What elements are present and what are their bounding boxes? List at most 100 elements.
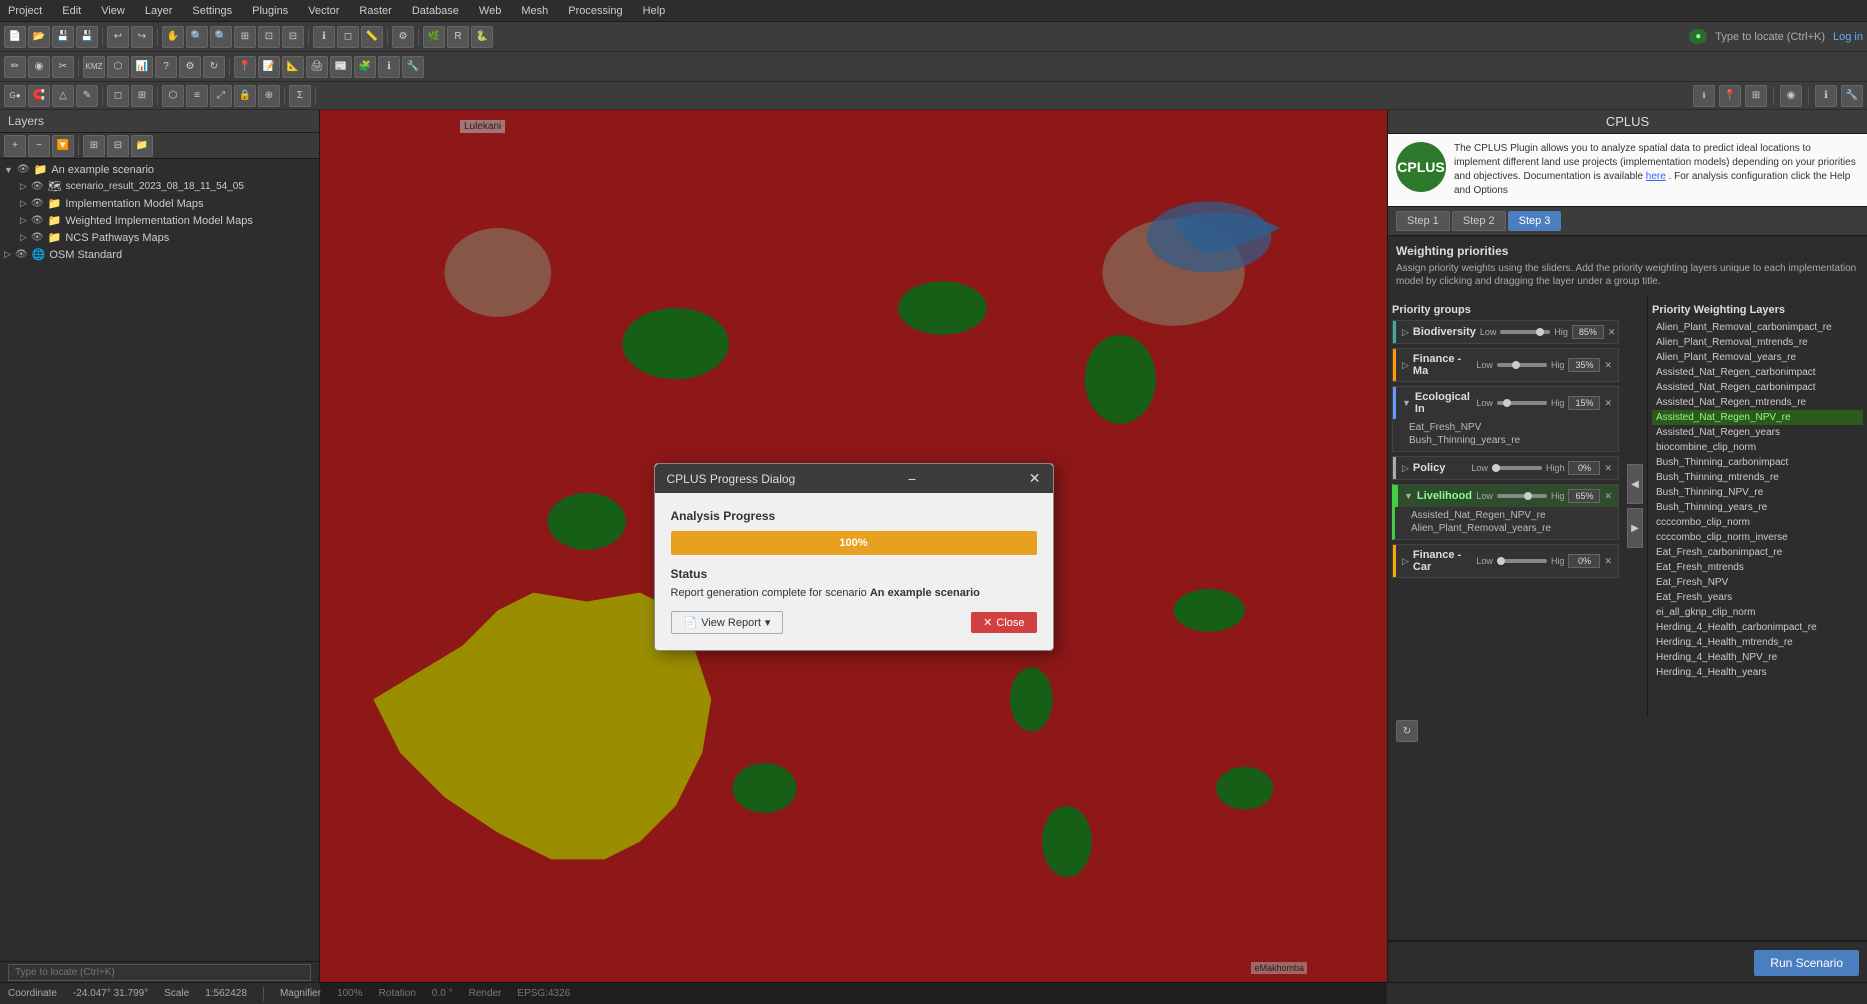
ext-btn[interactable]: ⬡: [107, 56, 129, 78]
zoom-layer-btn[interactable]: ⊡: [258, 26, 280, 48]
pw-layer-3[interactable]: Alien_Plant_Removal_years_re: [1652, 350, 1863, 365]
pw-layer-4[interactable]: Assisted_Nat_Regen_carbonimpact: [1652, 365, 1863, 380]
layer-item-osm[interactable]: ▷ 👁 🌐 OSM Standard: [0, 246, 319, 263]
menu-view[interactable]: View: [97, 3, 129, 19]
eye-icon6[interactable]: 👁: [15, 249, 28, 260]
topology-btn[interactable]: △: [52, 85, 74, 107]
settings-btn[interactable]: ⚙: [392, 26, 414, 48]
pw-layer-8[interactable]: Assisted_Nat_Regen_years: [1652, 425, 1863, 440]
pw-layer-6[interactable]: Assisted_Nat_Regen_mtrends_re: [1652, 395, 1863, 410]
menu-help[interactable]: Help: [639, 3, 670, 19]
open-btn[interactable]: 📂: [28, 26, 50, 48]
step-1-btn[interactable]: Step 1: [1396, 211, 1450, 231]
livelihood-pct[interactable]: [1568, 489, 1600, 503]
arrow-right-btn[interactable]: ▶: [1627, 508, 1643, 548]
cplus-doc-link[interactable]: here: [1646, 171, 1666, 182]
help-btn2[interactable]: ?: [155, 56, 177, 78]
annotation-btn[interactable]: 📝: [258, 56, 280, 78]
config-btn[interactable]: 🔧: [1841, 85, 1863, 107]
layer-item-weighted-impl-maps[interactable]: ▷ 👁 📁 Weighted Implementation Model Maps: [0, 212, 319, 229]
join-btn[interactable]: ⊕: [258, 85, 280, 107]
pw-layer-12[interactable]: Bush_Thinning_NPV_re: [1652, 485, 1863, 500]
eye-icon2[interactable]: 👁: [31, 181, 44, 192]
policy-slider[interactable]: [1492, 466, 1542, 470]
finance-car-expand[interactable]: ▷: [1402, 556, 1409, 567]
menu-mesh[interactable]: Mesh: [517, 3, 552, 19]
zoom-out-btn[interactable]: 🔍: [210, 26, 232, 48]
atlas-btn[interactable]: 📰: [330, 56, 352, 78]
pw-layer-18[interactable]: Eat_Fresh_NPV: [1652, 575, 1863, 590]
split-btn[interactable]: ✂: [52, 56, 74, 78]
add-layer-btn[interactable]: +: [4, 135, 26, 157]
run-scenario-btn[interactable]: Run Scenario: [1754, 950, 1859, 976]
pw-layer-22[interactable]: Herding_4_Health_mtrends_re: [1652, 635, 1863, 650]
ecological-x[interactable]: ✕: [1604, 398, 1612, 409]
coord-crs-btn[interactable]: ℹ: [1693, 85, 1715, 107]
eye-icon[interactable]: 👁: [17, 164, 30, 175]
finance-ma-slider[interactable]: [1497, 363, 1547, 367]
pw-layer-20[interactable]: ei_all_gknp_clip_norm: [1652, 605, 1863, 620]
pan-btn[interactable]: ✋: [162, 26, 184, 48]
pw-layer-16[interactable]: Eat_Fresh_carbonimpact_re: [1652, 545, 1863, 560]
node-btn[interactable]: ◉: [28, 56, 50, 78]
finance-car-x[interactable]: ✕: [1604, 556, 1612, 567]
finance-ma-x[interactable]: ✕: [1604, 360, 1612, 371]
crs-btn[interactable]: G●: [4, 85, 26, 107]
info2-btn[interactable]: ℹ: [1815, 85, 1837, 107]
refresh-btn[interactable]: ↻: [203, 56, 225, 78]
save-btn[interactable]: 💾: [52, 26, 74, 48]
wrench-btn[interactable]: 🔧: [402, 56, 424, 78]
coord-display-btn[interactable]: 📍: [1719, 85, 1741, 107]
layer-item-ncs-pathways[interactable]: ▷ 👁 📁 NCS Pathways Maps: [0, 229, 319, 246]
menu-edit[interactable]: Edit: [58, 3, 85, 19]
biodiversity-slider[interactable]: [1500, 330, 1550, 334]
digitize-btn[interactable]: ✏: [4, 56, 26, 78]
dialog-minimize-btn[interactable]: −: [908, 471, 916, 487]
select-btn[interactable]: ◻: [337, 26, 359, 48]
menu-settings[interactable]: Settings: [188, 3, 236, 19]
zoom-selection-btn[interactable]: ⊟: [282, 26, 304, 48]
geocode-btn[interactable]: 📍: [234, 56, 256, 78]
map-area[interactable]: Lulekani eMakhomba CPLUS Progress Dialog…: [320, 110, 1387, 1004]
edit2-btn[interactable]: ✎: [76, 85, 98, 107]
view-report-button[interactable]: 📄 View Report ▾: [671, 611, 784, 634]
login-link[interactable]: Log in: [1833, 31, 1863, 43]
close-button[interactable]: ✕ Close: [971, 612, 1036, 633]
policy-pct[interactable]: [1568, 461, 1600, 475]
plugin2-btn[interactable]: 🧩: [354, 56, 376, 78]
pw-layer-15[interactable]: ccccombo_clip_norm_inverse: [1652, 530, 1863, 545]
extent-btn2[interactable]: ⊞: [1745, 85, 1767, 107]
grass-btn[interactable]: 🌿: [423, 26, 445, 48]
policy-x[interactable]: ✕: [1604, 463, 1612, 474]
advanced-btn[interactable]: ⊞: [131, 85, 153, 107]
redo-btn[interactable]: ↪: [131, 26, 153, 48]
policy-expand[interactable]: ▷: [1402, 463, 1409, 474]
pw-layer-14[interactable]: ccccombo_clip_norm: [1652, 515, 1863, 530]
livelihood-x[interactable]: ✕: [1604, 491, 1612, 502]
zoom-extent-btn[interactable]: ⊞: [234, 26, 256, 48]
step-3-btn[interactable]: Step 3: [1508, 211, 1562, 231]
select2-btn[interactable]: ◻: [107, 85, 129, 107]
pw-layer-9[interactable]: biocombine_clip_norm: [1652, 440, 1863, 455]
eye-icon4[interactable]: 👁: [31, 215, 44, 226]
menu-project[interactable]: Project: [4, 3, 46, 19]
group-btn[interactable]: 📁: [131, 135, 153, 157]
pw-layer-5[interactable]: Assisted_Nat_Regen_carbonimpact: [1652, 380, 1863, 395]
dialog-close-btn[interactable]: ✕: [1029, 470, 1041, 487]
eye-icon5[interactable]: 👁: [31, 232, 44, 243]
measure2-btn[interactable]: 📐: [282, 56, 304, 78]
biodiversity-expand[interactable]: ▷: [1402, 327, 1409, 338]
menu-plugins[interactable]: Plugins: [248, 3, 292, 19]
collapse-all-btn[interactable]: ⊟: [107, 135, 129, 157]
layer-item-example-scenario[interactable]: ▼ 👁 📁 An example scenario: [0, 161, 319, 178]
pw-layer-10[interactable]: Bush_Thinning_carbonimpact: [1652, 455, 1863, 470]
locate-input[interactable]: [8, 964, 311, 981]
pw-layer-2[interactable]: Alien_Plant_Removal_mtrends_re: [1652, 335, 1863, 350]
move-btn[interactable]: ⤢: [210, 85, 232, 107]
pw-layer-13[interactable]: Bush_Thinning_years_re: [1652, 500, 1863, 515]
pw-layer-19[interactable]: Eat_Fresh_years: [1652, 590, 1863, 605]
kmz-btn[interactable]: KMZ: [83, 56, 105, 78]
pw-layer-24[interactable]: Herding_4_Health_years: [1652, 665, 1863, 680]
identify-btn[interactable]: ℹ: [313, 26, 335, 48]
step-2-btn[interactable]: Step 2: [1452, 211, 1506, 231]
